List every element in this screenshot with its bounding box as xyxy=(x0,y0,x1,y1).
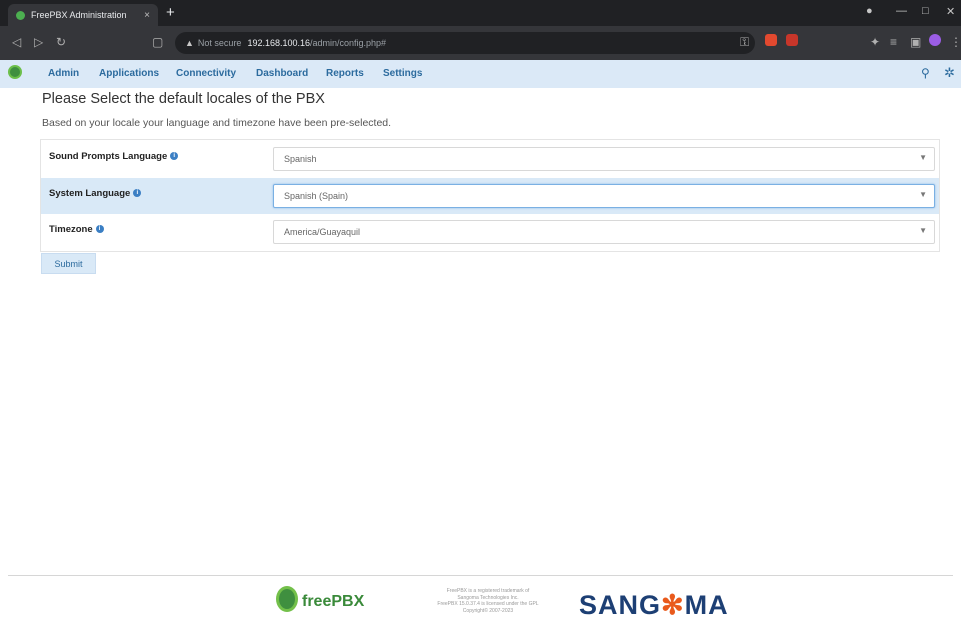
rewards-icon[interactable] xyxy=(786,34,798,46)
minimize-button[interactable]: — xyxy=(896,5,907,17)
browser-tab[interactable]: FreePBX Administration × xyxy=(8,4,158,26)
reading-list-icon[interactable]: ≡ xyxy=(890,35,897,49)
tab-title: FreePBX Administration xyxy=(31,10,127,20)
freepbx-logo-icon[interactable] xyxy=(8,65,22,79)
nav-applications[interactable]: Applications xyxy=(99,68,159,79)
timezone-label: Timezone i xyxy=(49,224,104,235)
submit-button[interactable]: Submit xyxy=(41,253,96,274)
profile-icon[interactable]: ● xyxy=(866,5,873,17)
account-avatar[interactable] xyxy=(929,34,941,46)
close-window-button[interactable]: ✕ xyxy=(946,5,955,18)
nav-reports[interactable]: Reports xyxy=(326,68,364,79)
nav-settings[interactable]: Settings xyxy=(383,68,422,79)
form-row-timezone: Timezone i America/Guayaquil ▼ xyxy=(41,214,939,250)
footer-divider xyxy=(8,575,953,576)
browser-tab-bar: FreePBX Administration × + ● — □ ✕ xyxy=(0,0,961,26)
tab-close-icon[interactable]: × xyxy=(144,10,150,21)
form-row-sound-prompts: Sound Prompts Language i Spanish ▼ xyxy=(41,141,939,177)
nav-admin[interactable]: Admin xyxy=(48,68,79,79)
page-subtitle: Based on your locale your language and t… xyxy=(42,117,392,129)
reload-icon[interactable]: ↻ xyxy=(56,35,66,49)
select-value: Spanish xyxy=(284,154,317,164)
sound-prompts-label: Sound Prompts Language i xyxy=(49,151,179,162)
address-bar[interactable]: ▲ Not secure 192.168.100.16 /admin/confi… xyxy=(175,32,755,54)
locale-form: Sound Prompts Language i Spanish ▼ System… xyxy=(40,139,940,252)
key-icon[interactable]: ⚿ xyxy=(740,35,749,50)
menu-icon[interactable]: ⋮ xyxy=(950,35,961,49)
url-host: 192.168.100.16 xyxy=(247,38,311,48)
system-language-label: System Language i xyxy=(49,188,142,199)
timezone-select[interactable]: America/Guayaquil ▼ xyxy=(273,220,935,244)
timezone-label-text: Timezone xyxy=(49,224,93,235)
help-icon[interactable]: i xyxy=(95,225,104,234)
system-language-select[interactable]: Spanish (Spain) ▼ xyxy=(273,184,935,208)
sangoma-logo-left: SANG xyxy=(579,590,662,620)
sound-prompts-label-text: Sound Prompts Language xyxy=(49,151,168,162)
back-icon[interactable]: ◁ xyxy=(12,35,21,49)
sound-prompts-language-select[interactable]: Spanish ▼ xyxy=(273,147,935,171)
security-label: Not secure xyxy=(197,38,242,48)
sidebar-icon[interactable]: ▣ xyxy=(910,35,921,49)
bookmark-icon[interactable]: ▢ xyxy=(152,35,163,49)
freepbx-footer-label[interactable]: freePBX xyxy=(302,593,364,611)
extensions-icon[interactable]: ✦ xyxy=(870,35,880,49)
form-row-system-language: System Language i Spanish (Spain) ▼ xyxy=(41,178,939,214)
maximize-button[interactable]: □ xyxy=(922,5,929,17)
new-tab-button[interactable]: + xyxy=(166,4,175,22)
legal-line: Copyright© 2007-2023 xyxy=(462,607,514,614)
system-language-label-text: System Language xyxy=(49,188,131,199)
app-navbar: Admin Applications Connectivity Dashboar… xyxy=(0,60,961,88)
chevron-down-icon: ▼ xyxy=(919,226,927,235)
help-icon[interactable]: i xyxy=(170,152,179,161)
sangoma-logo-right: MA xyxy=(684,590,729,620)
sangoma-star-icon: ✻ xyxy=(661,590,685,620)
select-value: America/Guayaquil xyxy=(284,227,361,237)
forward-icon[interactable]: ▷ xyxy=(34,35,43,49)
brave-shield-icon[interactable] xyxy=(765,34,777,46)
chevron-down-icon: ▼ xyxy=(919,190,927,199)
select-value: Spanish (Spain) xyxy=(284,191,349,201)
search-icon[interactable]: ⚲ xyxy=(921,66,930,80)
nav-connectivity[interactable]: Connectivity xyxy=(176,68,236,79)
nav-dashboard[interactable]: Dashboard xyxy=(256,68,308,79)
page-title: Please Select the default locales of the… xyxy=(42,91,325,107)
gear-icon[interactable]: ✲ xyxy=(944,65,955,81)
url-path: /admin/config.php# xyxy=(310,38,387,48)
freepbx-footer-logo-icon[interactable] xyxy=(276,586,298,612)
sangoma-logo[interactable]: SANG✻MA xyxy=(579,590,729,621)
chevron-down-icon: ▼ xyxy=(919,153,927,162)
footer-legal-text: FreePBX is a registered trademark of San… xyxy=(418,588,558,614)
warning-icon: ▲ xyxy=(185,38,194,48)
favicon-icon xyxy=(16,10,25,20)
help-icon[interactable]: i xyxy=(133,189,142,198)
browser-toolbar: ◁ ▷ ↻ ▢ ▲ Not secure 192.168.100.16 /adm… xyxy=(0,26,961,60)
legal-line: FreePBX 15.0.37.4 is licensed under the … xyxy=(437,601,539,607)
